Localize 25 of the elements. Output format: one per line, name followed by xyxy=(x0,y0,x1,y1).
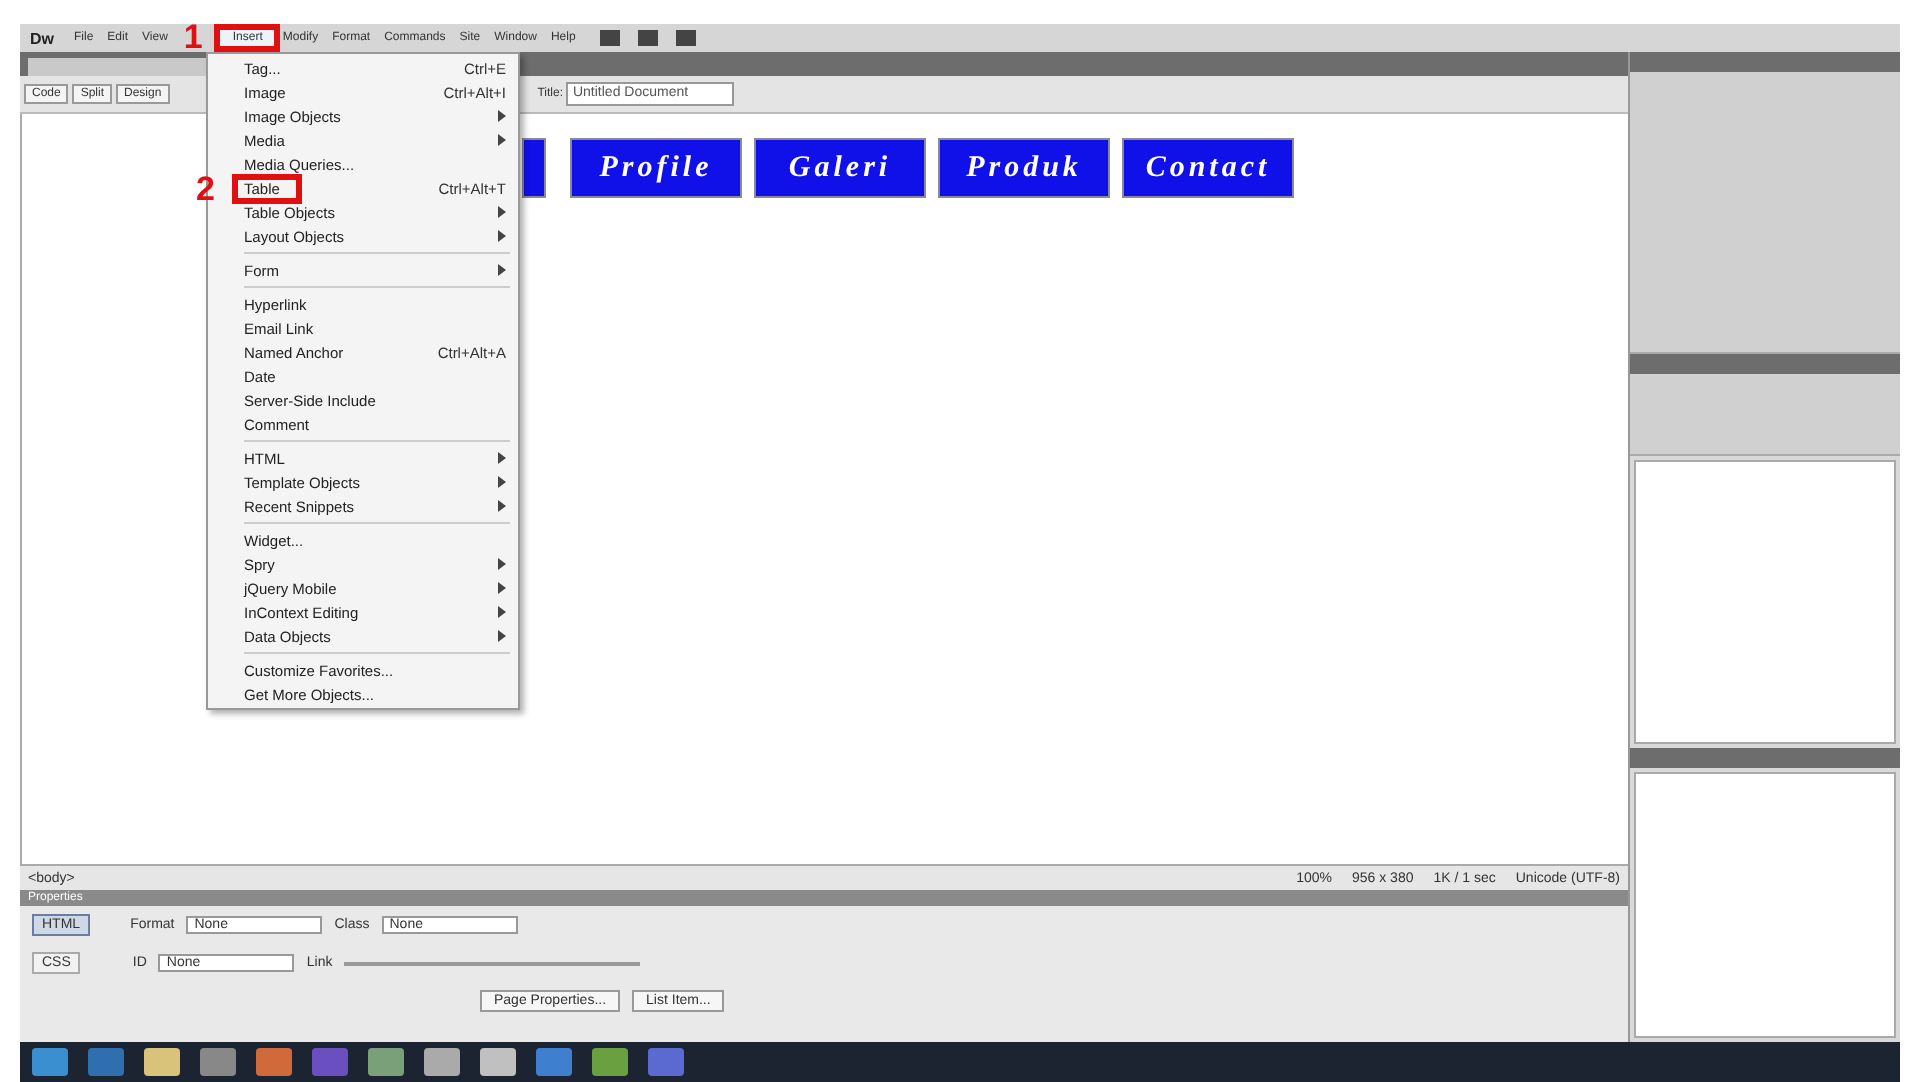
step-number: 1 xyxy=(183,24,203,52)
taskbar-icon[interactable] xyxy=(592,1048,628,1076)
taskbar-icon[interactable] xyxy=(368,1048,404,1076)
app-logo: Dw xyxy=(28,29,56,47)
nav-button[interactable]: Produk xyxy=(938,138,1110,198)
taskbar-icon[interactable] xyxy=(200,1048,236,1076)
taskbar-icon[interactable] xyxy=(32,1048,68,1076)
taskbar-icon[interactable] xyxy=(312,1048,348,1076)
toolbar-icon[interactable] xyxy=(637,30,658,46)
step-number: 2 xyxy=(196,170,215,210)
toolbar-icon[interactable] xyxy=(599,30,620,46)
link-field[interactable] xyxy=(344,961,641,965)
taskbar-icon[interactable] xyxy=(648,1048,684,1076)
nav-button[interactable]: Profile xyxy=(570,138,742,198)
nav-button[interactable] xyxy=(522,138,546,198)
taskbar-icon[interactable] xyxy=(536,1048,572,1076)
taskbar-icon[interactable] xyxy=(424,1048,460,1076)
taskbar-icon[interactable] xyxy=(88,1048,124,1076)
nav-button[interactable]: Galeri xyxy=(754,138,926,198)
taskbar-icon[interactable] xyxy=(256,1048,292,1076)
document-tab[interactable] xyxy=(28,58,208,76)
taskbar-icon[interactable] xyxy=(144,1048,180,1076)
toolbar-icon[interactable] xyxy=(675,30,696,46)
nav-button[interactable]: Contact xyxy=(1122,138,1294,198)
taskbar-icon[interactable] xyxy=(480,1048,516,1076)
